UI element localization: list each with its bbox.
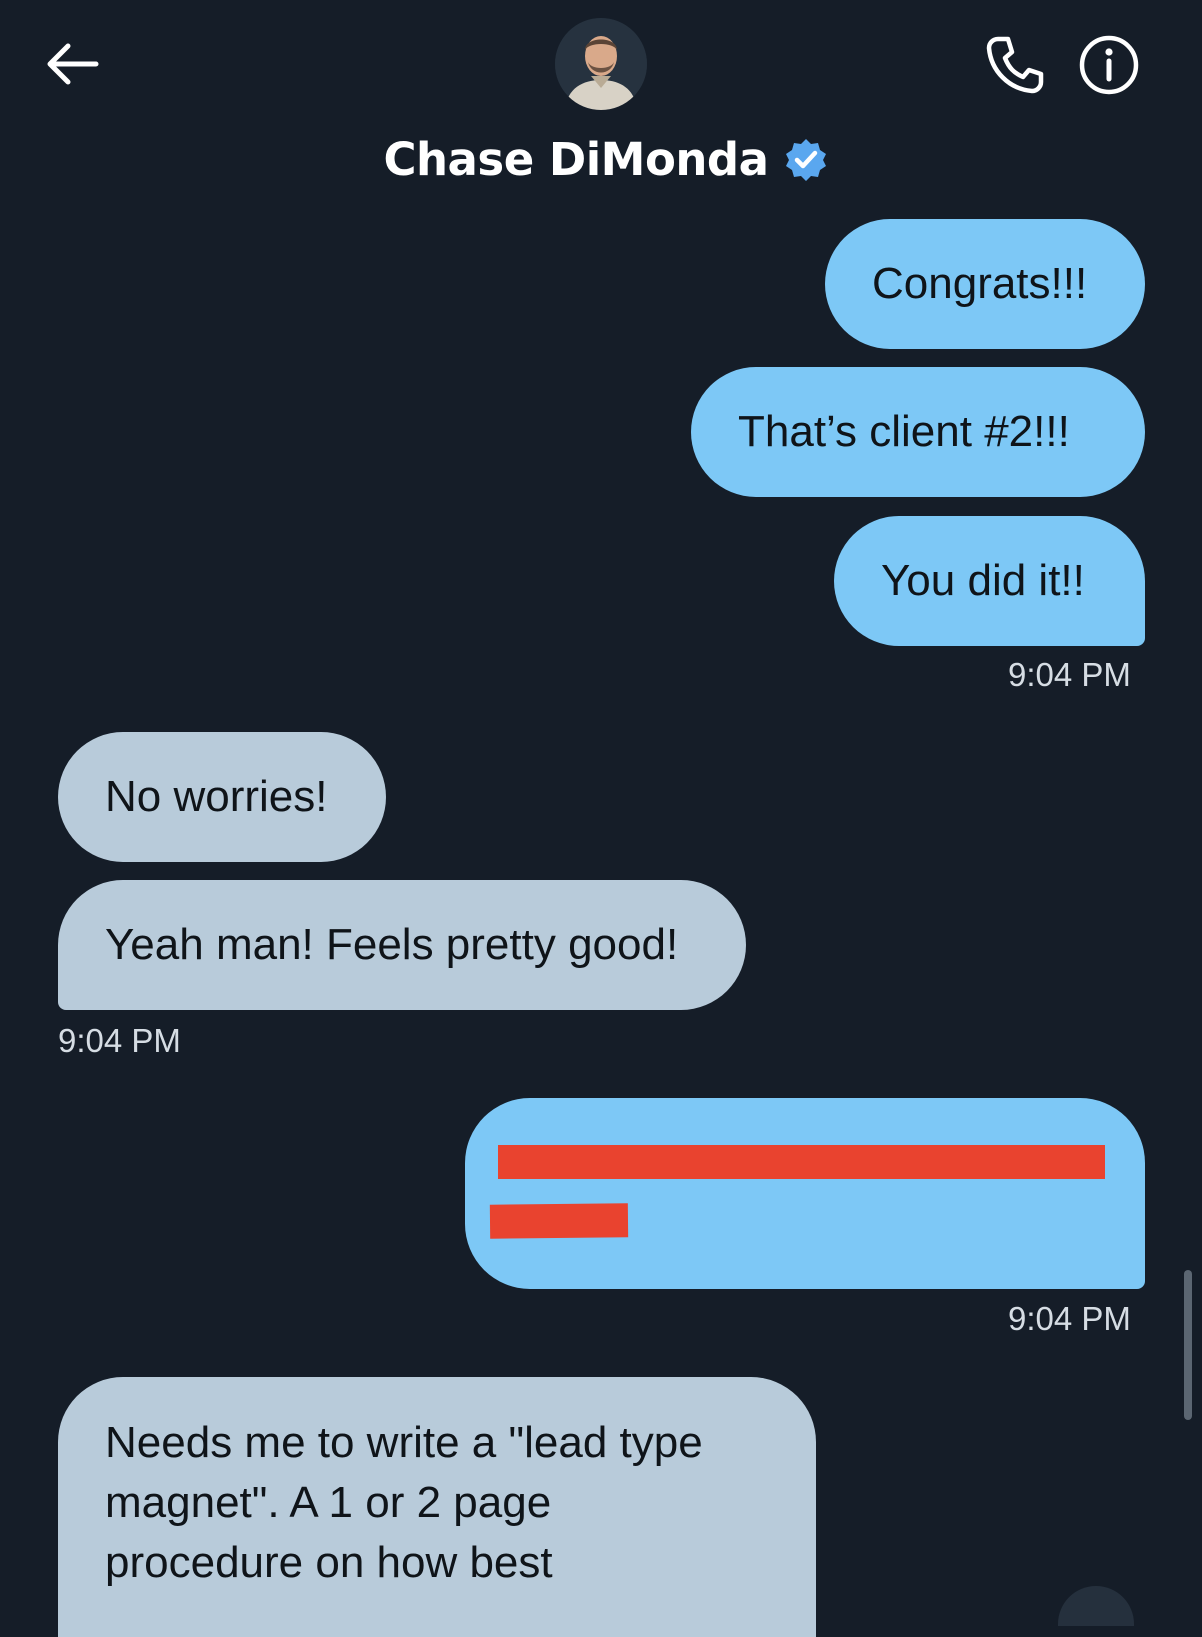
contact-title[interactable]: Chase DiMonda [0, 128, 1202, 190]
info-button[interactable] [1076, 32, 1142, 98]
received-message-bubble[interactable]: Needs me to write a "lead type magnet". … [58, 1377, 816, 1637]
redaction-bar [489, 1203, 629, 1239]
sent-message-bubble[interactable]: That’s client #2!!! [691, 367, 1145, 497]
chat-header: Chase DiMonda [0, 0, 1202, 215]
sent-message-bubble[interactable]: You did it!! [834, 516, 1145, 646]
received-message-bubble[interactable]: No worries! [58, 732, 386, 862]
received-message-bubble[interactable]: Yeah man! Feels pretty good! [58, 880, 746, 1010]
message-text: Congrats!!! [872, 259, 1088, 308]
redaction-bar [498, 1145, 1105, 1179]
scroll-down-button[interactable] [1058, 1586, 1134, 1626]
message-text: You did it!! [881, 556, 1085, 605]
verified-badge-icon [783, 137, 829, 183]
message-timestamp: 9:04 PM [1008, 656, 1131, 693]
avatar[interactable] [555, 18, 647, 110]
message-line: Needs me to write a "lead type [105, 1418, 703, 1467]
message-text: That’s client #2!!! [738, 407, 1070, 456]
message-text: Needs me to write a "lead type magnet". … [105, 1413, 703, 1593]
message-line: procedure on how best [105, 1538, 553, 1587]
info-icon [1078, 34, 1140, 96]
message-timestamp: 9:04 PM [1008, 1300, 1131, 1337]
message-line: magnet". A 1 or 2 page [105, 1478, 552, 1527]
back-button[interactable] [38, 34, 106, 94]
contact-name: Chase DiMonda [383, 132, 770, 186]
sent-message-bubble[interactable]: Congrats!!! [825, 219, 1145, 349]
phone-icon [984, 34, 1046, 96]
scrollbar[interactable] [1184, 1270, 1192, 1420]
arrow-left-icon [44, 42, 100, 86]
call-button[interactable] [982, 32, 1048, 98]
message-text: No worries! [105, 772, 328, 821]
message-timestamp: 9:04 PM [58, 1022, 181, 1059]
redacted-message-bubble[interactable] [465, 1098, 1145, 1289]
message-text: Yeah man! Feels pretty good! [105, 920, 679, 969]
